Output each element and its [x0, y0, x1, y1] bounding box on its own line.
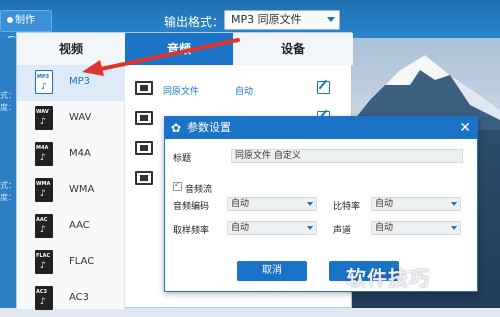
output-format-select[interactable]: MP3 同原文件 — [224, 10, 340, 30]
format-item-flac[interactable]: FLAC ♪ FLAC — [17, 245, 125, 281]
m4a-file-icon: M4A ♪ — [35, 142, 53, 166]
codec-select[interactable]: 自动 — [227, 197, 317, 211]
close-button[interactable]: ✕ — [459, 120, 471, 136]
chevron-down-icon — [451, 202, 457, 206]
bitrate-select[interactable]: 自动 — [371, 197, 461, 211]
format-item-wav[interactable]: WAV ♪ WAV — [17, 101, 125, 137]
chevron-down-icon — [327, 17, 335, 22]
chevron-down-icon — [307, 226, 313, 230]
film-icon — [135, 171, 153, 185]
ac3-file-icon: AC3 ♪ — [35, 286, 53, 310]
format-tabs: 视频 音频 设备 — [17, 33, 353, 65]
cancel-button[interactable]: 取消 — [237, 261, 307, 281]
audio-stream-checkbox[interactable] — [173, 180, 182, 191]
audio-stream-label: 音频流 — [185, 185, 213, 195]
audio-format-list: MP3 ♪ MP3 WAV ♪ WAV M4A ♪ M4A WMA ♪ WMA AAC ♪… — [17, 65, 125, 310]
bitrate-label: 比特率 — [333, 202, 361, 212]
watermark-text: 软件技巧 — [346, 266, 430, 290]
gear-icon: ✿ — [171, 121, 182, 135]
flac-file-icon: FLAC ♪ — [35, 250, 53, 274]
parameter-settings-dialog: ✿ 参数设置 ✕ 标题 同原文件 自定义 音频流 音频编码 自动 比特率 自动 … — [164, 116, 478, 292]
mp3-file-icon: MP3 ♪ — [35, 70, 53, 94]
channel-select[interactable]: 自动 — [371, 221, 461, 235]
wma-file-icon: WMA ♪ — [35, 178, 53, 202]
chevron-down-icon — [451, 226, 457, 230]
format-item-wma[interactable]: WMA ♪ WMA — [17, 173, 125, 209]
output-format-label: 输出格式： — [164, 15, 225, 29]
main-window-left-strip: 式： 度： 式： 度： — [0, 38, 16, 308]
dialog-title-bar: ✿ 参数设置 — [165, 117, 477, 139]
title-label: 标题 — [173, 154, 192, 164]
tab-device[interactable]: 设备 — [233, 33, 353, 65]
channel-label: 声道 — [333, 226, 352, 236]
film-icon — [135, 81, 153, 95]
chevron-down-icon — [307, 202, 313, 206]
tab-audio[interactable]: 音频 — [125, 33, 233, 65]
codec-label: 音频编码 — [173, 202, 210, 212]
preset-row[interactable]: 同原文件 自动 — [125, 75, 353, 103]
film-icon — [135, 141, 153, 155]
format-item-mp3[interactable]: MP3 ♪ MP3 — [17, 65, 125, 101]
wav-file-icon: WAV ♪ — [35, 106, 53, 130]
aac-file-icon: AAC ♪ — [35, 214, 53, 238]
make-gif-button[interactable]: 制作GIF — [0, 10, 52, 46]
title-input[interactable]: 同原文件 自定义 — [231, 149, 463, 163]
format-item-m4a[interactable]: M4A ♪ M4A — [17, 137, 125, 173]
film-icon — [135, 111, 153, 125]
sample-rate-select[interactable]: 自动 — [227, 221, 317, 235]
tab-video[interactable]: 视频 — [17, 33, 125, 65]
edit-icon[interactable] — [317, 81, 330, 94]
format-item-ac3[interactable]: AC3 ♪ AC3 — [17, 281, 125, 317]
format-item-aac[interactable]: AAC ♪ AAC — [17, 209, 125, 245]
sample-rate-label: 取样频率 — [173, 226, 210, 236]
